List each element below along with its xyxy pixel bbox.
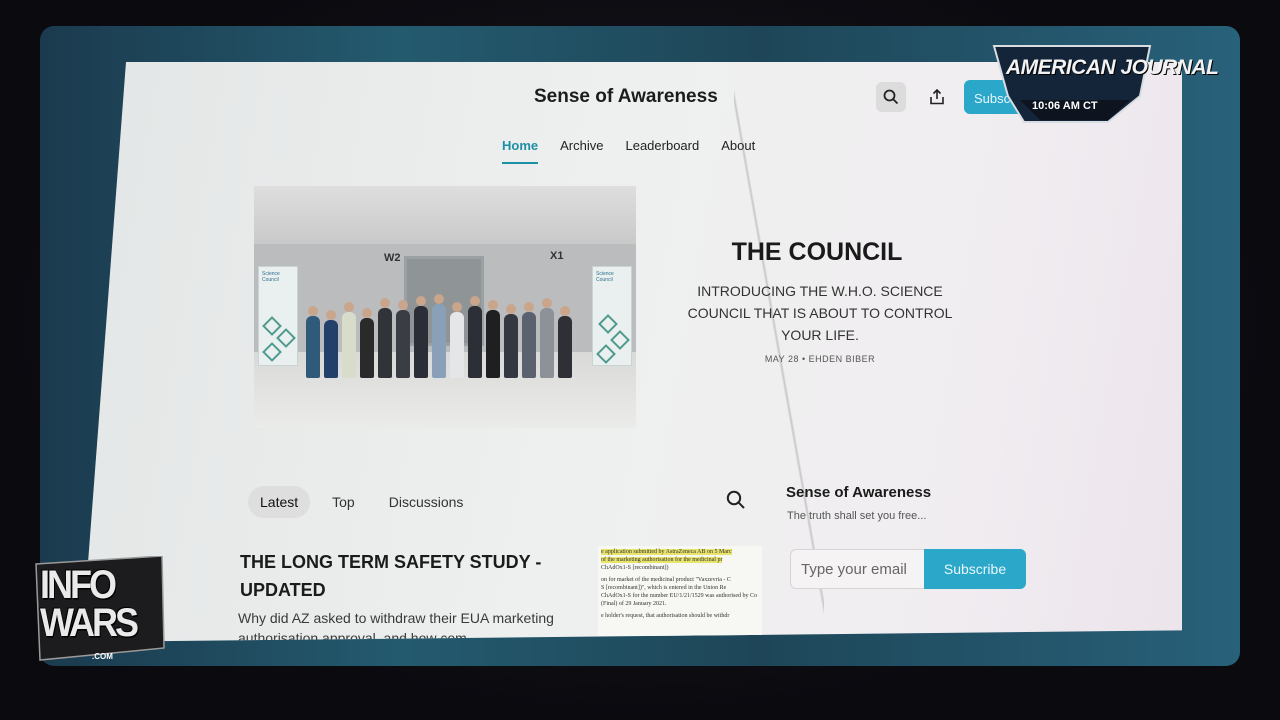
photo-ceiling bbox=[254, 186, 636, 244]
logo-domain: .COM bbox=[92, 652, 113, 661]
thumb-line: e holder's request, that authorisation s… bbox=[601, 613, 730, 619]
hexagon-icon bbox=[276, 328, 296, 348]
hexagon-icon bbox=[262, 342, 282, 362]
nav-archive[interactable]: Archive bbox=[560, 138, 603, 164]
photo-person bbox=[396, 300, 410, 378]
photo-person bbox=[378, 298, 392, 378]
main-nav: Home Archive Leaderboard About bbox=[502, 138, 755, 164]
logo-line-2: WARS bbox=[40, 599, 139, 645]
subscribe-button[interactable]: Subscribe bbox=[924, 549, 1026, 589]
search-icon bbox=[726, 490, 745, 509]
sidebar-publication-name: Sense of Awareness bbox=[786, 484, 932, 501]
broadcast-time: 10:06 AM CT bbox=[1032, 100, 1098, 112]
hero-image[interactable]: W2 X1 Science Council Science Council bbox=[254, 186, 636, 428]
photo-person bbox=[486, 300, 500, 378]
header-search-button[interactable] bbox=[876, 82, 906, 112]
photo-person bbox=[414, 296, 428, 378]
hero-title[interactable]: THE COUNCIL bbox=[670, 238, 964, 267]
share-icon bbox=[930, 89, 944, 105]
photo-person bbox=[306, 306, 320, 378]
photo-person bbox=[450, 302, 464, 378]
posts-search-button[interactable] bbox=[726, 490, 750, 514]
email-field[interactable] bbox=[790, 549, 926, 589]
network-title: AMERICAN JOURNAL bbox=[1006, 56, 1219, 79]
site-title[interactable]: Sense of Awareness bbox=[534, 86, 718, 108]
thumb-line: (Final) of 29 January 2021. bbox=[601, 601, 667, 607]
photo-sign-w2: W2 bbox=[384, 252, 401, 264]
thumb-line: ChAdOx1-S for the number EU/1/21/1529 wa… bbox=[601, 593, 757, 599]
thumb-line: of the marketing authorisation for the m… bbox=[601, 557, 723, 563]
photo-sign-x1: X1 bbox=[550, 250, 564, 262]
tab-top[interactable]: Top bbox=[320, 486, 367, 518]
header-share-button[interactable] bbox=[922, 82, 952, 112]
thumb-line: on for market of the medicinal product "… bbox=[601, 577, 731, 583]
photo-banner-right-text: Science Council bbox=[596, 271, 614, 283]
thumb-line: e application submitted by AstraZeneca A… bbox=[601, 549, 732, 555]
hexagon-icon bbox=[262, 316, 282, 336]
hero-meta: MAY 28 • EHDEN BIBER bbox=[764, 354, 876, 364]
photo-person bbox=[504, 304, 518, 378]
post-description: Why did AZ asked to withdraw their EUA m… bbox=[238, 610, 554, 642]
photo-banner-left-text: Science Council bbox=[262, 271, 280, 283]
photo-banner-left: Science Council bbox=[258, 266, 298, 366]
nav-home[interactable]: Home bbox=[502, 138, 539, 164]
photo-person bbox=[468, 296, 482, 378]
photo-person bbox=[360, 308, 374, 378]
hero-subtitle: INTRODUCING THE W.H.O. SCIENCE COUNCIL T… bbox=[687, 283, 953, 343]
photo-person bbox=[432, 294, 446, 378]
post-title[interactable]: THE LONG TERM SAFETY STUDY - UPDATED bbox=[240, 548, 570, 604]
video-frame: Sense of Awareness Subsc Home Archive Le… bbox=[0, 0, 1280, 720]
photo-group-of-people bbox=[306, 286, 606, 378]
post-tabs: Latest Top Discussions bbox=[248, 486, 475, 518]
photo-person bbox=[324, 310, 338, 378]
search-icon bbox=[883, 89, 899, 105]
sidebar-tagline: The truth shall set you free... bbox=[787, 510, 927, 522]
thumb-line: ChAdOx1-S [recombinant]) bbox=[601, 565, 669, 571]
photo-person bbox=[522, 302, 536, 378]
tab-latest[interactable]: Latest bbox=[248, 486, 311, 518]
hexagon-icon bbox=[610, 330, 630, 350]
photo-person bbox=[558, 306, 572, 378]
post-thumbnail[interactable]: e application submitted by AstraZeneca A… bbox=[598, 546, 762, 636]
browser-screen: Sense of Awareness Subsc Home Archive Le… bbox=[82, 62, 1182, 642]
nav-leaderboard[interactable]: Leaderboard bbox=[625, 138, 699, 164]
tab-discussions[interactable]: Discussions bbox=[377, 486, 476, 518]
photo-person bbox=[342, 302, 356, 378]
photo-person bbox=[540, 298, 554, 378]
nav-about[interactable]: About bbox=[721, 138, 755, 164]
thumb-line: S [recombinant])", which is entered in t… bbox=[601, 585, 727, 591]
